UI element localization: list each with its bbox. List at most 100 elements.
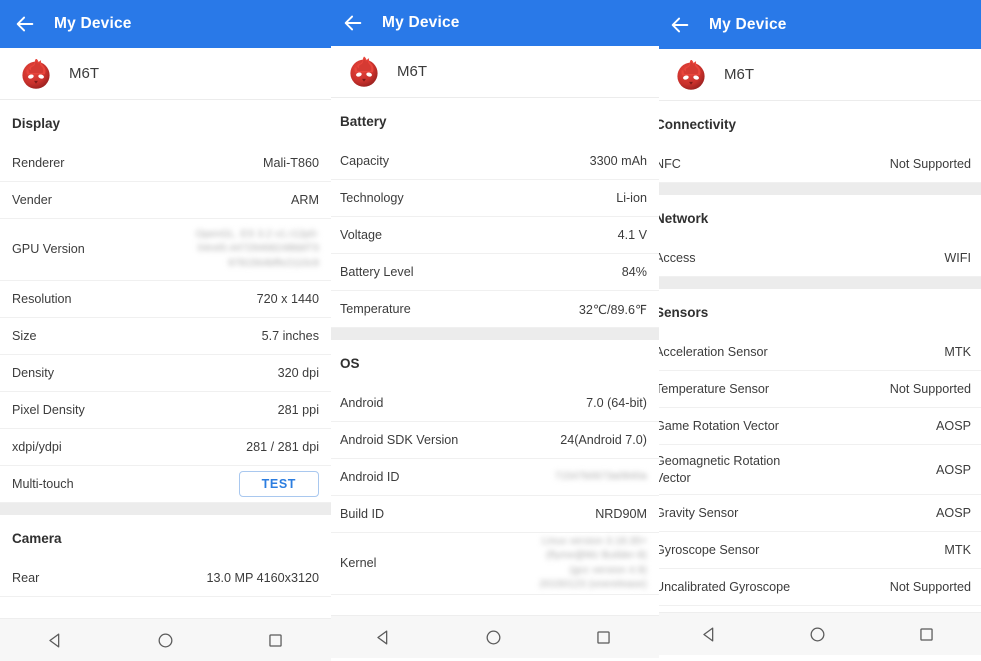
info-row-label: Acceleration Sensor: [655, 344, 768, 359]
appbar-title: My Device: [54, 15, 132, 32]
device-info-panel-connectivity: My Device M6T Connectivity NFC Not Supported…: [655, 0, 981, 661]
info-row-value: 13.0 MP 4160x3120: [206, 571, 319, 585]
section-divider: [328, 328, 659, 340]
info-row-label: Gyroscope Sensor: [655, 542, 760, 557]
info-row-label: Technology: [340, 190, 404, 205]
info-row: Rear 13.0 MP 4160x3120: [0, 560, 331, 597]
info-row: Kernel Linux version 3.18.35+ (flyme@Mz B…: [328, 533, 659, 595]
info-row[interactable]: Multi-touch TEST: [0, 466, 331, 503]
info-row: Resolution 720 x 1440: [0, 281, 331, 318]
info-row-value: 4.1 V: [617, 228, 647, 242]
section-title-connectivity: Connectivity: [655, 101, 981, 146]
nav-home-button[interactable]: [484, 628, 503, 647]
info-row: Capacity 3300 mAh: [328, 143, 659, 180]
info-row-label: Access: [655, 250, 696, 265]
info-row-value: Mali-T860: [263, 156, 319, 170]
appbar: My Device: [655, 0, 981, 49]
info-row-value: MTK: [944, 345, 971, 359]
section-title-camera: Camera: [0, 515, 331, 560]
info-row-label: Multi-touch: [12, 476, 74, 491]
device-header-row[interactable]: M6T: [0, 48, 331, 100]
appbar-title: My Device: [709, 15, 787, 33]
info-row-value: 3300 mAh: [589, 154, 647, 168]
triangle-back-icon: [376, 630, 387, 644]
square-recents-icon: [920, 627, 933, 641]
info-row-value: 720 x 1440: [256, 292, 319, 306]
info-row-label: Game Rotation Vector: [655, 418, 779, 433]
triangle-back-icon: [703, 627, 714, 641]
info-row: Renderer Mali-T860: [0, 145, 331, 182]
info-row: GPU Version OpenGL. ES 3.2 v1.r12p0- 04re…: [0, 219, 331, 281]
antutu-flame-logo-icon: [348, 55, 380, 88]
info-row-label: Voltage: [340, 227, 383, 242]
back-button[interactable]: [14, 13, 54, 35]
section-title-display: Display: [0, 100, 331, 145]
info-row-label: Kernel: [340, 556, 377, 570]
info-row-value: WIFI: [944, 251, 971, 265]
info-row-value: NRD90M: [595, 507, 647, 521]
info-row-value: 24(Android 7.0): [560, 433, 647, 447]
section-title-os: OS: [328, 340, 659, 385]
circle-home-icon: [811, 627, 825, 641]
info-row: Game Rotation Vector AOSP: [655, 408, 981, 445]
info-row-label: Pixel Density: [12, 402, 85, 417]
nav-recents-button[interactable]: [266, 631, 285, 650]
device-header-row[interactable]: M6T: [328, 46, 659, 98]
multi-touch-test-button[interactable]: TEST: [238, 470, 319, 498]
info-row: Access WIFI: [655, 240, 981, 277]
info-row: Density 320 dpi: [0, 355, 331, 392]
info-row: Build ID NRD90M: [328, 496, 659, 533]
info-row-value-redacted: 71547b0673a0840a: [554, 470, 647, 482]
info-row-label: Android ID: [340, 469, 400, 484]
device-header-row[interactable]: M6T: [655, 49, 981, 101]
info-row: Temperature Sensor Not Supported: [655, 371, 981, 408]
nav-back-button[interactable]: [46, 631, 65, 650]
back-button[interactable]: [669, 14, 709, 36]
info-row-label: Geomagnetic Rotation Vector: [655, 453, 781, 485]
info-row: Temperature 32℃/89.6℉: [328, 291, 659, 328]
info-row: Technology Li-ion: [328, 180, 659, 217]
section-title-network: Network: [655, 195, 981, 240]
appbar: My Device: [328, 0, 659, 46]
info-row-value: 281 ppi: [277, 403, 319, 417]
info-row-label: Uncalibrated Gyroscope: [655, 579, 791, 594]
info-row-label: Temperature Sensor: [655, 381, 770, 396]
info-row-label: xdpi/ydpi: [12, 439, 62, 454]
nav-recents-button[interactable]: [917, 625, 936, 644]
device-info-panel-display: My Device M6T Display Renderer Mali-T860 Vend…: [0, 0, 331, 661]
info-row-value-redacted: OpenGL. ES 3.2 v1.r12p0- 04rel0.44729468…: [195, 228, 319, 269]
nav-home-button[interactable]: [156, 631, 175, 650]
info-row-label: Renderer: [12, 155, 65, 170]
antutu-flame-logo-icon: [675, 58, 707, 91]
info-row-value: Not Supported: [889, 580, 971, 594]
info-row-label: Android SDK Version: [340, 432, 459, 447]
arrow-left-icon: [671, 17, 689, 32]
back-button[interactable]: [342, 12, 382, 34]
info-row: xdpi/ydpi 281 / 281 dpi: [0, 429, 331, 466]
info-row: Acceleration Sensor MTK: [655, 334, 981, 371]
info-row: Geomagnetic Rotation Vector AOSP: [655, 445, 981, 495]
device-name: M6T: [724, 66, 754, 83]
square-recents-icon: [597, 630, 610, 644]
info-row-value: MTK: [944, 543, 971, 557]
info-row: Size 5.7 inches: [0, 318, 331, 355]
circle-home-icon: [158, 633, 173, 647]
system-navigation-bar: [0, 618, 331, 661]
info-row-label: Android: [340, 395, 384, 410]
nav-home-button[interactable]: [808, 625, 827, 644]
info-row: Android ID 71547b0673a0840a: [328, 459, 659, 496]
system-navigation-bar: [655, 612, 981, 655]
triangle-back-icon: [48, 633, 59, 647]
info-row: Gravity Sensor AOSP: [655, 495, 981, 532]
nav-recents-button[interactable]: [594, 628, 613, 647]
info-row: Android SDK Version 24(Android 7.0): [328, 422, 659, 459]
device-name: M6T: [69, 65, 99, 82]
square-recents-icon: [269, 633, 282, 647]
info-row-value: Not Supported: [889, 157, 971, 171]
info-row-label: Density: [12, 365, 54, 380]
info-row-value: Li-ion: [616, 191, 647, 205]
nav-back-button[interactable]: [374, 628, 393, 647]
device-name: M6T: [397, 63, 427, 80]
section-divider: [655, 277, 981, 289]
nav-back-button[interactable]: [700, 625, 719, 644]
